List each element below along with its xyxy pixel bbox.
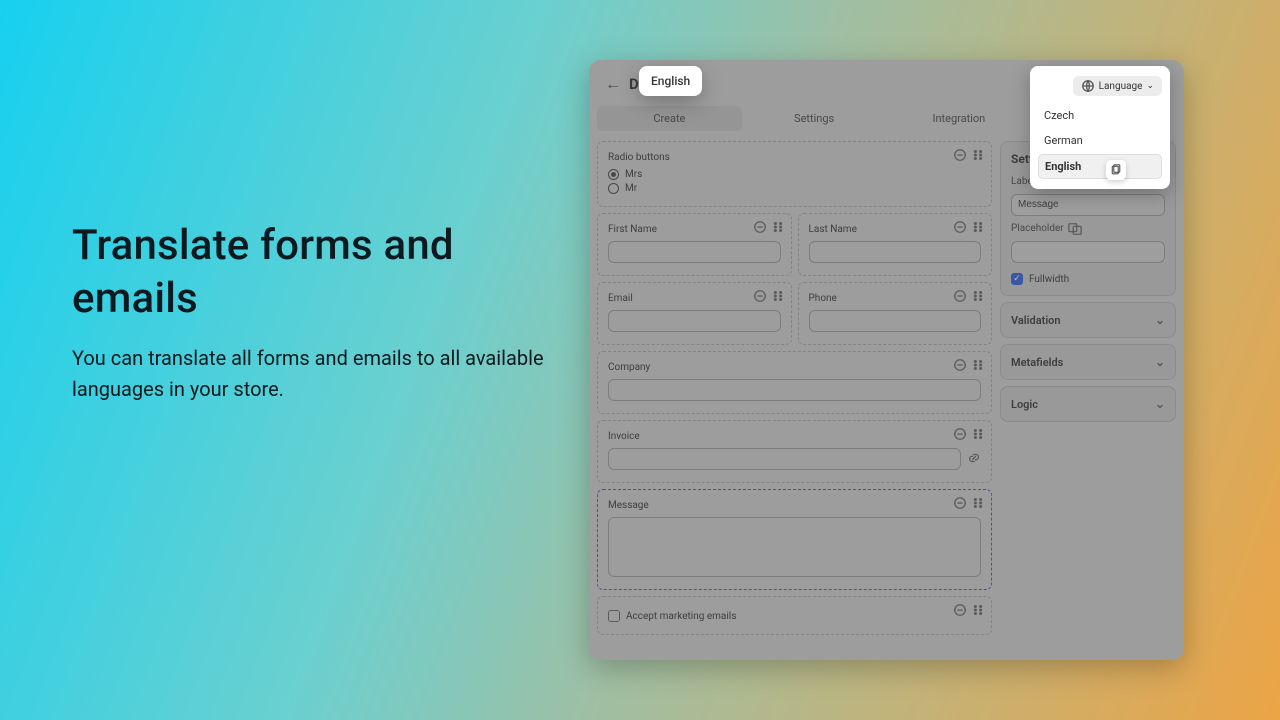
block-message[interactable]: Message [597, 489, 992, 590]
block-invoice[interactable]: Invoice [597, 420, 992, 483]
block-company[interactable]: Company [597, 351, 992, 414]
first-name-input[interactable] [608, 241, 781, 263]
radio-group-label: Radio buttons [608, 152, 981, 163]
globe-icon [1081, 79, 1095, 93]
placeholder-field-label: Placeholder [1011, 223, 1064, 234]
message-textarea[interactable] [608, 517, 981, 577]
chevron-down-icon: ⌄ [1155, 313, 1165, 327]
remove-icon[interactable] [953, 289, 967, 303]
drag-icon[interactable] [771, 289, 785, 303]
accept-checkbox[interactable] [608, 610, 620, 622]
radio-option-mr[interactable]: Mr [608, 183, 981, 194]
company-label: Company [608, 362, 981, 373]
remove-icon[interactable] [753, 220, 767, 234]
block-last-name[interactable]: Last Name [798, 213, 993, 276]
tab-create[interactable]: Create [597, 106, 742, 131]
radio-option-mrs[interactable]: Mrs [608, 169, 981, 180]
block-radio[interactable]: Radio buttons Mrs Mr [597, 141, 992, 207]
fullwidth-checkbox[interactable] [1011, 273, 1023, 285]
remove-icon[interactable] [953, 220, 967, 234]
accept-label: Accept marketing emails [626, 611, 736, 622]
language-dropdown: Language ⌄ Czech German English [1030, 66, 1170, 189]
placeholder-input[interactable] [1011, 241, 1165, 263]
remove-icon[interactable] [953, 603, 967, 617]
validation-accordion[interactable]: Validation⌄ [1000, 302, 1176, 338]
app-window: ← Demo Create Settings Integration Embed… [589, 60, 1184, 660]
block-accept-marketing[interactable]: Accept marketing emails [597, 596, 992, 635]
email-input[interactable] [608, 310, 781, 332]
block-email[interactable]: Email [597, 282, 792, 345]
drag-icon[interactable] [971, 148, 985, 162]
drag-icon[interactable] [971, 427, 985, 441]
translate-icon [1068, 222, 1082, 236]
drag-icon[interactable] [971, 603, 985, 617]
phone-input[interactable] [809, 310, 982, 332]
language-button[interactable]: Language ⌄ [1073, 76, 1162, 96]
message-label: Message [608, 500, 981, 511]
block-phone[interactable]: Phone [798, 282, 993, 345]
label-input[interactable] [1011, 194, 1165, 216]
remove-icon[interactable] [753, 289, 767, 303]
drag-icon[interactable] [971, 220, 985, 234]
copy-button[interactable] [1106, 160, 1126, 180]
hero-subtitle: You can translate all forms and emails t… [72, 343, 552, 405]
form-canvas: Radio buttons Mrs Mr First Name [597, 141, 992, 635]
chevron-down-icon: ⌄ [1146, 81, 1154, 91]
chevron-down-icon: ⌄ [1155, 355, 1165, 369]
back-icon[interactable]: ← [605, 74, 621, 94]
drag-icon[interactable] [971, 496, 985, 510]
company-input[interactable] [608, 379, 981, 401]
link-icon[interactable] [967, 451, 981, 465]
block-first-name[interactable]: First Name [597, 213, 792, 276]
tab-settings[interactable]: Settings [742, 106, 887, 131]
language-option-english[interactable]: English [1038, 154, 1162, 179]
remove-icon[interactable] [953, 148, 967, 162]
language-option-czech[interactable]: Czech [1038, 104, 1162, 127]
hero-title: Translate forms and emails [72, 220, 552, 325]
last-name-input[interactable] [809, 241, 982, 263]
tab-integration[interactable]: Integration [887, 106, 1032, 131]
fullwidth-label: Fullwidth [1029, 274, 1069, 285]
logic-accordion[interactable]: Logic⌄ [1000, 386, 1176, 422]
remove-icon[interactable] [953, 496, 967, 510]
remove-icon[interactable] [953, 427, 967, 441]
drag-icon[interactable] [771, 220, 785, 234]
invoice-input[interactable] [608, 448, 961, 470]
metafields-accordion[interactable]: Metafields⌄ [1000, 344, 1176, 380]
drag-icon[interactable] [971, 289, 985, 303]
language-option-german[interactable]: German [1038, 129, 1162, 152]
invoice-label: Invoice [608, 431, 981, 442]
remove-icon[interactable] [953, 358, 967, 372]
current-language-popover[interactable]: English [639, 66, 702, 96]
chevron-down-icon: ⌄ [1155, 397, 1165, 411]
settings-panel: Settings Label Placeholder Fullwidth Val… [1000, 141, 1176, 635]
drag-icon[interactable] [971, 358, 985, 372]
